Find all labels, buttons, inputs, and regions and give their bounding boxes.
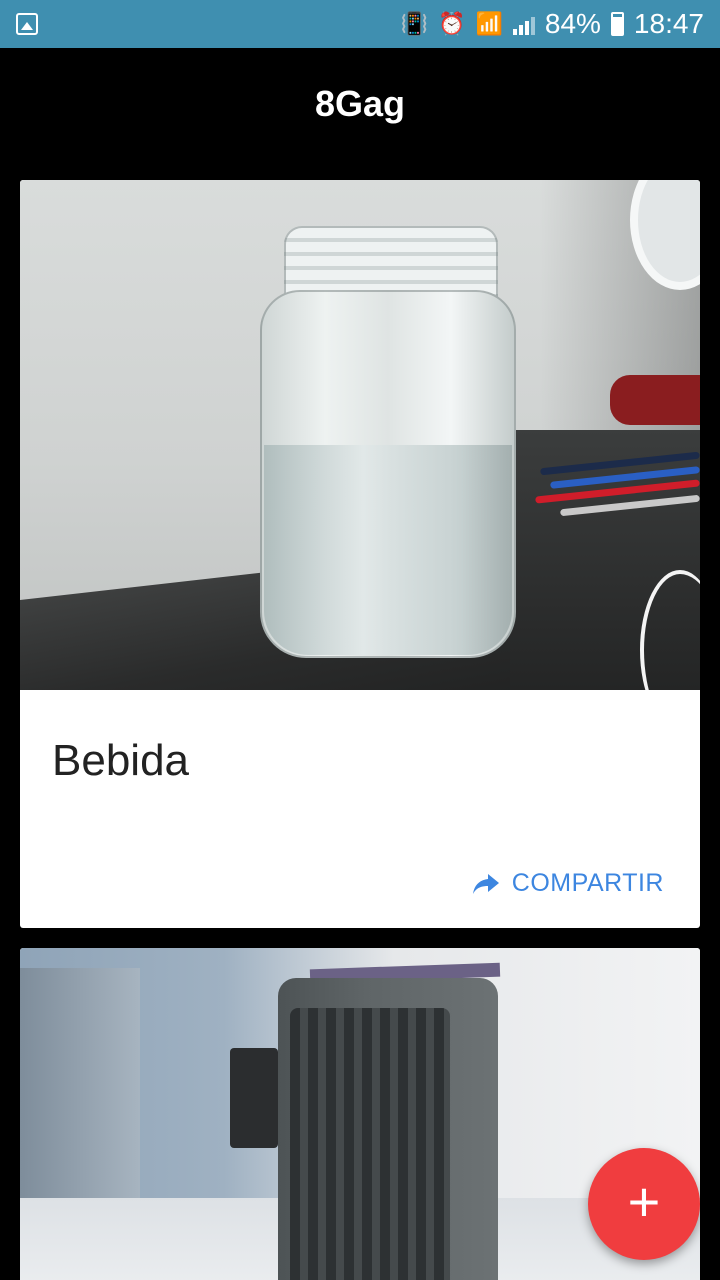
box bbox=[230, 1048, 278, 1148]
plus-icon: + bbox=[627, 1170, 661, 1233]
status-bar: 📳 ⏰ 📶 84% 18:47 bbox=[0, 0, 720, 48]
gallery-icon bbox=[16, 13, 38, 35]
wifi-icon: 📶 bbox=[475, 11, 503, 36]
share-icon bbox=[472, 873, 499, 894]
post-image[interactable] bbox=[20, 180, 700, 690]
status-icons: 📳 ⏰ 📶 84% 18:47 bbox=[401, 8, 704, 40]
signal-icon bbox=[512, 13, 535, 35]
add-post-button[interactable]: + bbox=[588, 1148, 700, 1260]
alarm-icon: ⏰ bbox=[438, 11, 466, 36]
clock: 18:47 bbox=[633, 8, 704, 39]
post-card[interactable]: Bebida COMPARTIR bbox=[20, 180, 700, 928]
pens bbox=[530, 451, 700, 530]
post-card-body: Bebida COMPARTIR bbox=[20, 690, 700, 928]
battery-percent: 84% bbox=[544, 8, 601, 39]
battery-icon bbox=[610, 12, 624, 36]
app-title: 8Gag bbox=[314, 83, 406, 124]
post-title: Bebida bbox=[52, 736, 190, 785]
water bbox=[264, 445, 512, 655]
share-label: COMPARTIR bbox=[511, 869, 664, 897]
cooler-grille bbox=[290, 1008, 450, 1280]
app-bar: 8Gag bbox=[0, 48, 720, 160]
post-feed[interactable]: Bebida COMPARTIR bbox=[0, 160, 720, 1280]
vibrate-icon: 📳 bbox=[400, 11, 429, 36]
red-device bbox=[610, 375, 700, 425]
share-button[interactable]: COMPARTIR bbox=[472, 869, 664, 898]
